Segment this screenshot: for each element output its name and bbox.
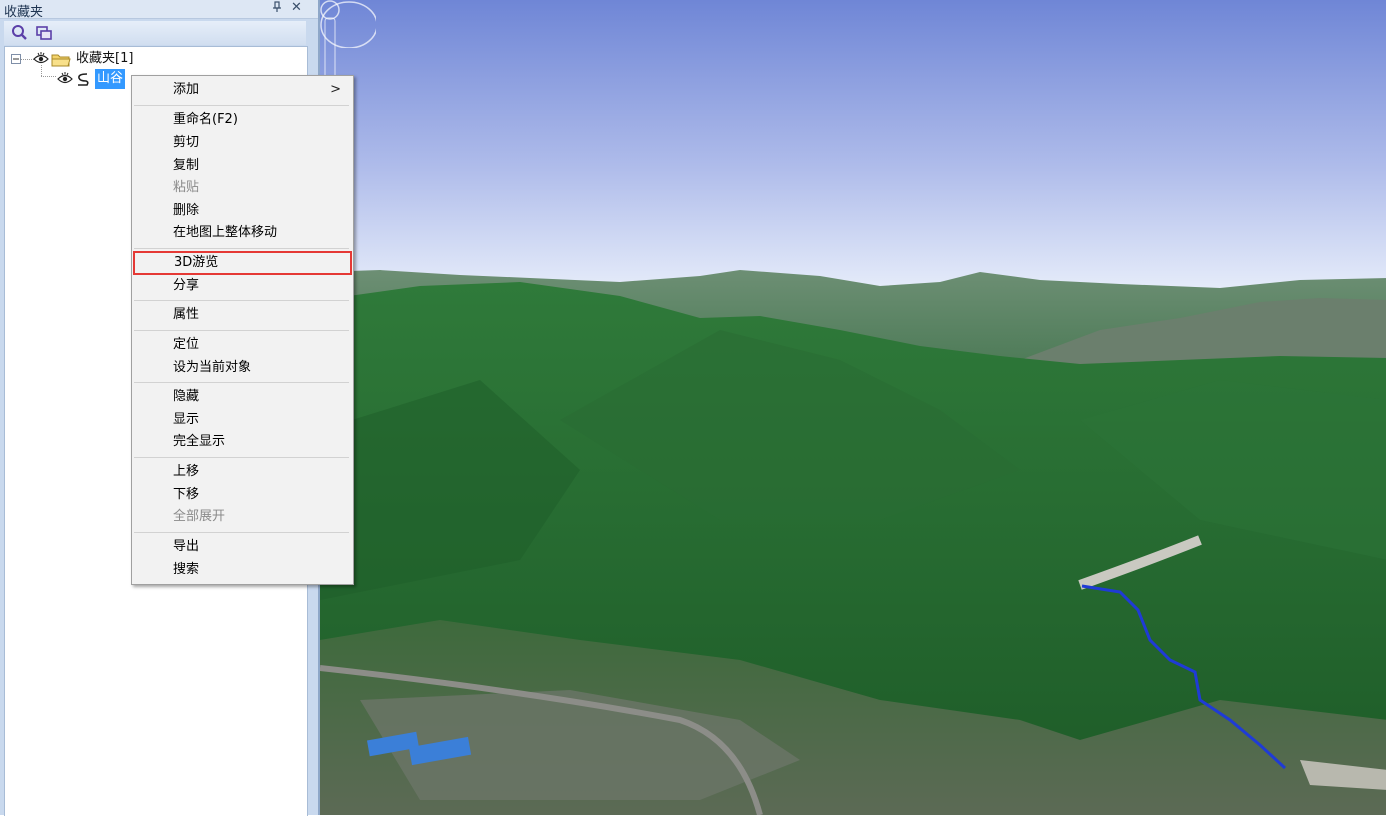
eye-icon[interactable]: [33, 52, 49, 66]
tree-child-label[interactable]: 山谷: [95, 69, 126, 89]
context-menu: 添加 > 重命名(F2) 剪切 复制 粘贴 删除 在地图上整体移动 3D游览 分…: [131, 75, 354, 585]
menu-item-export[interactable]: 导出: [134, 536, 351, 558]
menu-item-cut[interactable]: 剪切: [134, 132, 351, 154]
menu-item-move-up[interactable]: 上移: [134, 461, 351, 483]
menu-item-hide[interactable]: 隐藏: [134, 386, 351, 408]
menu-separator: [134, 532, 349, 533]
sky: [320, 0, 1386, 300]
menu-item-move-down[interactable]: 下移: [134, 484, 351, 506]
menu-item-locate[interactable]: 定位: [134, 334, 351, 356]
tree-child-row[interactable]: 山谷: [11, 65, 141, 89]
menu-item-copy[interactable]: 复制: [134, 155, 351, 177]
collapse-icon[interactable]: [11, 54, 21, 64]
menu-item-delete[interactable]: 删除: [134, 200, 351, 222]
menu-item-expand-all: 全部展开: [173, 509, 226, 524]
menu-item-paste: 粘贴: [173, 180, 200, 195]
menu-item-add[interactable]: 添加 >: [134, 79, 351, 101]
menu-separator: [134, 382, 349, 383]
terrain-scene: [320, 0, 1386, 815]
tree-root-row[interactable]: 收藏夹[1]: [11, 49, 191, 69]
menu-item-rename[interactable]: 重命名(F2): [134, 109, 351, 131]
search-icon[interactable]: [10, 23, 30, 43]
close-icon[interactable]: ✕: [291, 0, 302, 15]
menu-separator: [134, 330, 349, 331]
menu-separator: [134, 248, 349, 249]
chevron-right-icon: >: [330, 82, 341, 97]
menu-item-3d-tour[interactable]: 3D游览: [133, 251, 352, 275]
menu-item-show-all[interactable]: 完全显示: [134, 431, 351, 453]
panel-toolbar: [4, 21, 306, 45]
menu-item-search[interactable]: 搜索: [134, 559, 351, 581]
panel-title: 收藏夹: [4, 5, 44, 20]
menu-separator: [134, 105, 349, 106]
pin-icon[interactable]: [272, 1, 282, 16]
path-icon: [75, 72, 91, 94]
eye-icon[interactable]: [57, 72, 73, 86]
menu-item-add-label: 添加: [173, 82, 200, 97]
menu-item-properties[interactable]: 属性: [134, 304, 351, 326]
menu-item-set-current[interactable]: 设为当前对象: [134, 357, 351, 379]
windows-icon[interactable]: [34, 23, 54, 43]
menu-item-move-on-map[interactable]: 在地图上整体移动: [134, 222, 351, 244]
tree-root-label[interactable]: 收藏夹[1]: [76, 49, 133, 69]
menu-item-share[interactable]: 分享: [134, 275, 351, 297]
menu-item-show[interactable]: 显示: [134, 409, 351, 431]
menu-separator: [134, 300, 349, 301]
map-3d-view[interactable]: [318, 0, 1386, 815]
menu-separator: [134, 457, 349, 458]
panel-title-bar: 收藏夹 ✕: [0, 0, 318, 20]
